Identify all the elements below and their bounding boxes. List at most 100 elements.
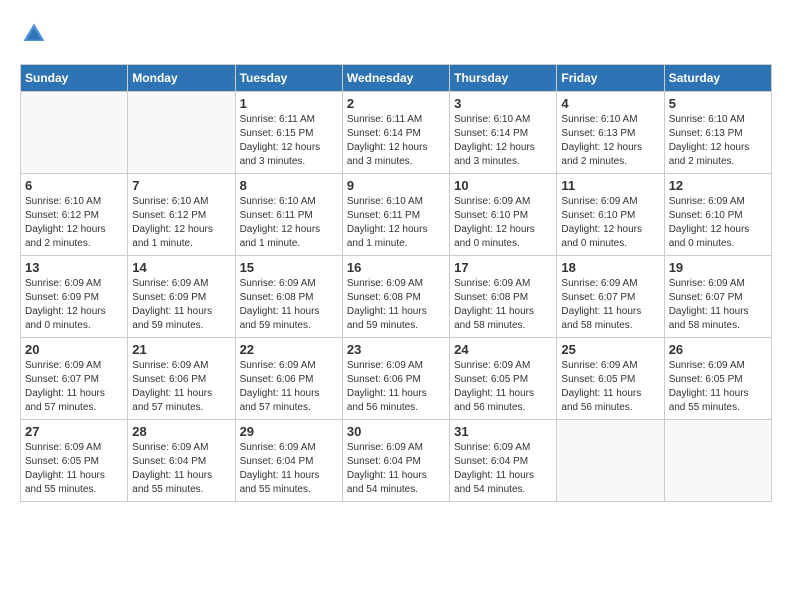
- day-info: Sunrise: 6:10 AM Sunset: 6:11 PM Dayligh…: [347, 195, 445, 251]
- calendar-week-4: 20Sunrise: 6:09 AM Sunset: 6:07 PM Dayli…: [21, 338, 772, 420]
- day-number: 7: [132, 178, 230, 193]
- calendar-cell: [557, 420, 664, 502]
- calendar-cell: 17Sunrise: 6:09 AM Sunset: 6:08 PM Dayli…: [450, 256, 557, 338]
- day-number: 24: [454, 342, 552, 357]
- calendar-cell: 2Sunrise: 6:11 AM Sunset: 6:14 PM Daylig…: [342, 92, 449, 174]
- calendar-cell: [664, 420, 771, 502]
- calendar-cell: 16Sunrise: 6:09 AM Sunset: 6:08 PM Dayli…: [342, 256, 449, 338]
- calendar-cell: 12 Sunrise: 6:09 AM Sunset: 6:10 PM Dayli…: [664, 174, 771, 256]
- day-info: Sunrise: 6:09 AM Sunset: 6:06 PM Dayligh…: [240, 359, 338, 415]
- day-number: 5: [669, 96, 767, 111]
- calendar-cell: 27 Sunrise: 6:09 AM Sunset: 6:05 PM Dayli…: [21, 420, 128, 502]
- day-number: 3: [454, 96, 552, 111]
- day-info: Sunrise: 6:09 AM Sunset: 6:04 PM Dayligh…: [240, 441, 338, 497]
- day-info: Sunrise: 6:09 AM Sunset: 6:10 PM Dayligh…: [669, 195, 767, 251]
- calendar-cell: 18 Sunrise: 6:09 AM Sunset: 6:07 PM Dayli…: [557, 256, 664, 338]
- day-info: Sunrise: 6:09 AM Sunset: 6:07 PM Dayligh…: [561, 277, 659, 333]
- day-number: 16: [347, 260, 445, 275]
- weekday-header-thursday: Thursday: [450, 65, 557, 92]
- calendar-cell: 10 Sunrise: 6:09 AM Sunset: 6:10 PM Dayli…: [450, 174, 557, 256]
- day-info: Sunrise: 6:10 AM Sunset: 6:13 PM Dayligh…: [669, 113, 767, 169]
- day-number: 31: [454, 424, 552, 439]
- calendar-cell: 3 Sunrise: 6:10 AM Sunset: 6:14 PM Daylig…: [450, 92, 557, 174]
- calendar-cell: 24Sunrise: 6:09 AM Sunset: 6:05 PM Dayli…: [450, 338, 557, 420]
- calendar-cell: 13 Sunrise: 6:09 AM Sunset: 6:09 PM Dayli…: [21, 256, 128, 338]
- calendar-week-2: 6 Sunrise: 6:10 AM Sunset: 6:12 PM Daylig…: [21, 174, 772, 256]
- weekday-header-tuesday: Tuesday: [235, 65, 342, 92]
- weekday-header-monday: Monday: [128, 65, 235, 92]
- calendar-cell: 29 Sunrise: 6:09 AM Sunset: 6:04 PM Dayli…: [235, 420, 342, 502]
- calendar-cell: 4Sunrise: 6:10 AM Sunset: 6:13 PM Daylig…: [557, 92, 664, 174]
- weekday-header-saturday: Saturday: [664, 65, 771, 92]
- calendar-week-5: 27 Sunrise: 6:09 AM Sunset: 6:05 PM Dayli…: [21, 420, 772, 502]
- day-info: Sunrise: 6:09 AM Sunset: 6:05 PM Dayligh…: [25, 441, 123, 497]
- day-number: 11: [561, 178, 659, 193]
- calendar-cell: 5 Sunrise: 6:10 AM Sunset: 6:13 PM Daylig…: [664, 92, 771, 174]
- day-number: 28: [132, 424, 230, 439]
- day-number: 18: [561, 260, 659, 275]
- day-number: 23: [347, 342, 445, 357]
- day-number: 9: [347, 178, 445, 193]
- day-number: 14: [132, 260, 230, 275]
- day-info: Sunrise: 6:09 AM Sunset: 6:10 PM Dayligh…: [454, 195, 552, 251]
- day-info: Sunrise: 6:09 AM Sunset: 6:09 PM Dayligh…: [132, 277, 230, 333]
- day-number: 10: [454, 178, 552, 193]
- day-number: 20: [25, 342, 123, 357]
- day-number: 22: [240, 342, 338, 357]
- calendar-cell: 25 Sunrise: 6:09 AM Sunset: 6:05 PM Dayli…: [557, 338, 664, 420]
- logo: [20, 20, 52, 48]
- day-info: Sunrise: 6:09 AM Sunset: 6:06 PM Dayligh…: [347, 359, 445, 415]
- day-number: 21: [132, 342, 230, 357]
- calendar-cell: 14 Sunrise: 6:09 AM Sunset: 6:09 PM Dayli…: [128, 256, 235, 338]
- day-info: Sunrise: 6:09 AM Sunset: 6:08 PM Dayligh…: [454, 277, 552, 333]
- calendar-cell: 6 Sunrise: 6:10 AM Sunset: 6:12 PM Daylig…: [21, 174, 128, 256]
- day-number: 4: [561, 96, 659, 111]
- calendar-cell: 22 Sunrise: 6:09 AM Sunset: 6:06 PM Dayli…: [235, 338, 342, 420]
- calendar-body: 1 Sunrise: 6:11 AM Sunset: 6:15 PM Daylig…: [21, 92, 772, 502]
- weekday-header-row: SundayMondayTuesdayWednesdayThursdayFrid…: [21, 65, 772, 92]
- day-number: 19: [669, 260, 767, 275]
- weekday-header-wednesday: Wednesday: [342, 65, 449, 92]
- day-number: 1: [240, 96, 338, 111]
- day-info: Sunrise: 6:11 AM Sunset: 6:14 PM Dayligh…: [347, 113, 445, 169]
- day-info: Sunrise: 6:10 AM Sunset: 6:11 PM Dayligh…: [240, 195, 338, 251]
- day-number: 29: [240, 424, 338, 439]
- day-number: 25: [561, 342, 659, 357]
- day-info: Sunrise: 6:10 AM Sunset: 6:14 PM Dayligh…: [454, 113, 552, 169]
- calendar-cell: [21, 92, 128, 174]
- day-number: 30: [347, 424, 445, 439]
- day-number: 26: [669, 342, 767, 357]
- calendar-cell: 21 Sunrise: 6:09 AM Sunset: 6:06 PM Dayli…: [128, 338, 235, 420]
- day-number: 13: [25, 260, 123, 275]
- day-info: Sunrise: 6:09 AM Sunset: 6:04 PM Dayligh…: [454, 441, 552, 497]
- day-number: 27: [25, 424, 123, 439]
- day-info: Sunrise: 6:09 AM Sunset: 6:09 PM Dayligh…: [25, 277, 123, 333]
- day-info: Sunrise: 6:09 AM Sunset: 6:04 PM Dayligh…: [132, 441, 230, 497]
- calendar-week-1: 1 Sunrise: 6:11 AM Sunset: 6:15 PM Daylig…: [21, 92, 772, 174]
- day-info: Sunrise: 6:09 AM Sunset: 6:05 PM Dayligh…: [561, 359, 659, 415]
- day-info: Sunrise: 6:10 AM Sunset: 6:12 PM Dayligh…: [132, 195, 230, 251]
- day-info: Sunrise: 6:10 AM Sunset: 6:12 PM Dayligh…: [25, 195, 123, 251]
- day-info: Sunrise: 6:09 AM Sunset: 6:04 PM Dayligh…: [347, 441, 445, 497]
- weekday-header-friday: Friday: [557, 65, 664, 92]
- calendar-cell: 30 Sunrise: 6:09 AM Sunset: 6:04 PM Dayli…: [342, 420, 449, 502]
- calendar-cell: 7 Sunrise: 6:10 AM Sunset: 6:12 PM Daylig…: [128, 174, 235, 256]
- day-info: Sunrise: 6:11 AM Sunset: 6:15 PM Dayligh…: [240, 113, 338, 169]
- weekday-header-sunday: Sunday: [21, 65, 128, 92]
- calendar-cell: [128, 92, 235, 174]
- day-info: Sunrise: 6:09 AM Sunset: 6:07 PM Dayligh…: [669, 277, 767, 333]
- calendar-week-3: 13 Sunrise: 6:09 AM Sunset: 6:09 PM Dayli…: [21, 256, 772, 338]
- day-number: 12: [669, 178, 767, 193]
- calendar-cell: 28 Sunrise: 6:09 AM Sunset: 6:04 PM Dayli…: [128, 420, 235, 502]
- calendar-cell: 11Sunrise: 6:09 AM Sunset: 6:10 PM Dayli…: [557, 174, 664, 256]
- calendar-cell: 9 Sunrise: 6:10 AM Sunset: 6:11 PM Daylig…: [342, 174, 449, 256]
- calendar-cell: 8Sunrise: 6:10 AM Sunset: 6:11 PM Daylig…: [235, 174, 342, 256]
- calendar-cell: 1 Sunrise: 6:11 AM Sunset: 6:15 PM Daylig…: [235, 92, 342, 174]
- page-header: [20, 20, 772, 48]
- calendar-cell: 26Sunrise: 6:09 AM Sunset: 6:05 PM Dayli…: [664, 338, 771, 420]
- calendar-cell: 31 Sunrise: 6:09 AM Sunset: 6:04 PM Dayli…: [450, 420, 557, 502]
- day-number: 6: [25, 178, 123, 193]
- day-info: Sunrise: 6:09 AM Sunset: 6:06 PM Dayligh…: [132, 359, 230, 415]
- day-info: Sunrise: 6:09 AM Sunset: 6:08 PM Dayligh…: [240, 277, 338, 333]
- calendar-cell: 20Sunrise: 6:09 AM Sunset: 6:07 PM Dayli…: [21, 338, 128, 420]
